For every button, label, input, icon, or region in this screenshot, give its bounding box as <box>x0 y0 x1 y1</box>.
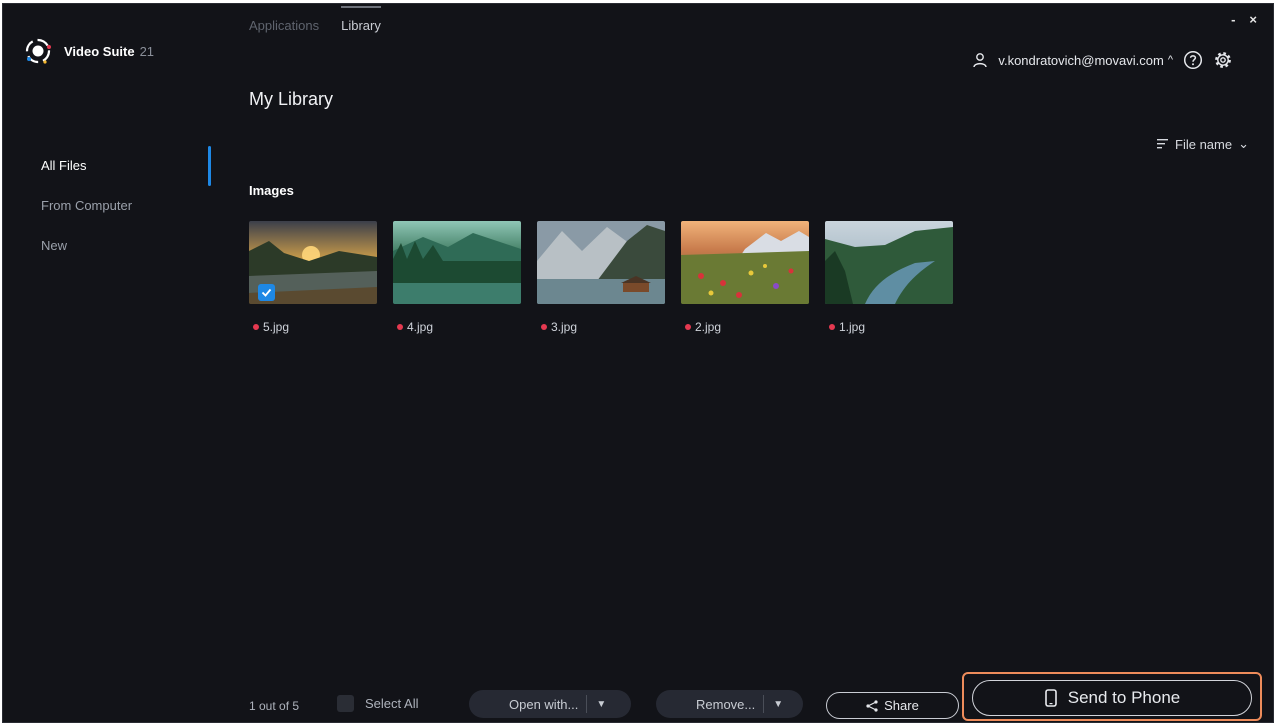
remove-button: Remove... ▼ <box>656 690 803 718</box>
user-icon <box>973 53 988 68</box>
image-tile[interactable]: 1.jpg <box>825 221 953 334</box>
remove-main[interactable]: Remove... <box>656 697 763 712</box>
new-file-dot <box>829 324 835 330</box>
file-name: 2.jpg <box>695 320 722 334</box>
tab-applications[interactable]: Applications <box>249 18 319 33</box>
send-to-phone-label: Send to Phone <box>1067 688 1181 707</box>
app-logo-icon <box>25 38 51 64</box>
file-name: 5.jpg <box>263 320 290 334</box>
image-tile[interactable]: 5.jpg <box>249 221 377 334</box>
open-with-main[interactable]: Open with... <box>469 697 586 712</box>
sort-label: File name <box>1175 136 1233 152</box>
file-name-row: 4.jpg <box>393 320 521 334</box>
phone-icon <box>1044 689 1057 707</box>
account-email[interactable]: v.kondratovich@movavi.com <box>998 53 1163 68</box>
new-file-dot <box>541 324 547 330</box>
sidebar-item-label: All Files <box>41 158 87 173</box>
new-file-dot <box>685 324 691 330</box>
file-name: 4.jpg <box>407 320 434 334</box>
check-icon <box>261 288 272 297</box>
gear-icon[interactable] <box>1213 50 1233 70</box>
checkbox[interactable] <box>337 695 354 712</box>
chevron-up-icon[interactable]: ^ <box>1168 54 1173 66</box>
share-button[interactable]: Share <box>826 692 959 719</box>
new-file-dot <box>253 324 259 330</box>
select-all-checkbox[interactable]: Select All <box>337 695 418 712</box>
flower-meadow-image <box>681 221 809 304</box>
file-name: 1.jpg <box>839 320 866 334</box>
open-with-button: Open with... ▼ <box>469 690 631 718</box>
app-window: Video Suite 21 All Files From Computer N… <box>2 3 1274 723</box>
sidebar-item-new[interactable]: New <box>3 228 213 268</box>
image-thumbnail[interactable] <box>393 221 521 304</box>
river-valley-image <box>825 221 953 304</box>
app-name: Video Suite <box>64 43 135 59</box>
image-thumbnail[interactable] <box>537 221 665 304</box>
selected-checkbox[interactable] <box>258 284 275 301</box>
image-thumbnail[interactable] <box>681 221 809 304</box>
page-title: My Library <box>249 89 334 109</box>
select-all-label: Select All <box>365 696 419 711</box>
app-version: 21 <box>139 43 155 59</box>
chevron-down-icon[interactable]: ▼ <box>587 699 615 710</box>
sidebar-item-all-files[interactable]: All Files <box>3 146 213 188</box>
file-name-row: 2.jpg <box>681 320 809 334</box>
file-name-row: 5.jpg <box>249 320 377 334</box>
image-grid: 5.jpg 4.jpg 3.jpg 2.jpg 1.jpg <box>249 221 953 334</box>
image-thumbnail[interactable] <box>825 221 953 304</box>
tab-library[interactable]: Library <box>341 6 381 33</box>
sidebar-item-from-computer[interactable]: From Computer <box>3 188 213 228</box>
brand: Video Suite 21 <box>24 37 154 65</box>
sidebar: Video Suite 21 All Files From Computer N… <box>3 4 213 722</box>
send-to-phone-button[interactable]: Send to Phone <box>972 680 1252 716</box>
chevron-down-icon[interactable]: ▼ <box>764 699 792 710</box>
image-tile[interactable]: 4.jpg <box>393 221 521 334</box>
share-icon <box>866 699 878 712</box>
image-thumbnail[interactable] <box>249 221 377 304</box>
image-tile[interactable]: 3.jpg <box>537 221 665 334</box>
new-file-dot <box>397 324 403 330</box>
image-tile[interactable]: 2.jpg <box>681 221 809 334</box>
sort-icon <box>1157 139 1169 149</box>
sidebar-nav: All Files From Computer New <box>3 146 213 268</box>
sidebar-item-label: New <box>41 238 68 253</box>
top-tabs: Applications Library <box>249 6 381 33</box>
selection-count: 1 out of 5 <box>249 699 300 713</box>
file-name-row: 1.jpg <box>825 320 953 334</box>
help-icon[interactable] <box>1183 50 1203 70</box>
sidebar-item-label: From Computer <box>41 198 133 213</box>
share-label: Share <box>884 698 919 713</box>
account-area: v.kondratovich@movavi.com ^ <box>972 50 1233 70</box>
minimize-button[interactable]: - <box>1231 12 1235 27</box>
section-title: Images <box>249 183 294 198</box>
sort-dropdown[interactable]: File name ⌄ <box>1157 136 1249 152</box>
close-button[interactable]: × <box>1249 12 1257 27</box>
file-name: 3.jpg <box>551 320 578 334</box>
mountain-lake-cabin-image <box>537 221 665 304</box>
file-name-row: 3.jpg <box>537 320 665 334</box>
window-controls: - × <box>1231 12 1257 27</box>
green-lake-image <box>393 221 521 304</box>
chevron-down-icon: ⌄ <box>1238 136 1249 151</box>
